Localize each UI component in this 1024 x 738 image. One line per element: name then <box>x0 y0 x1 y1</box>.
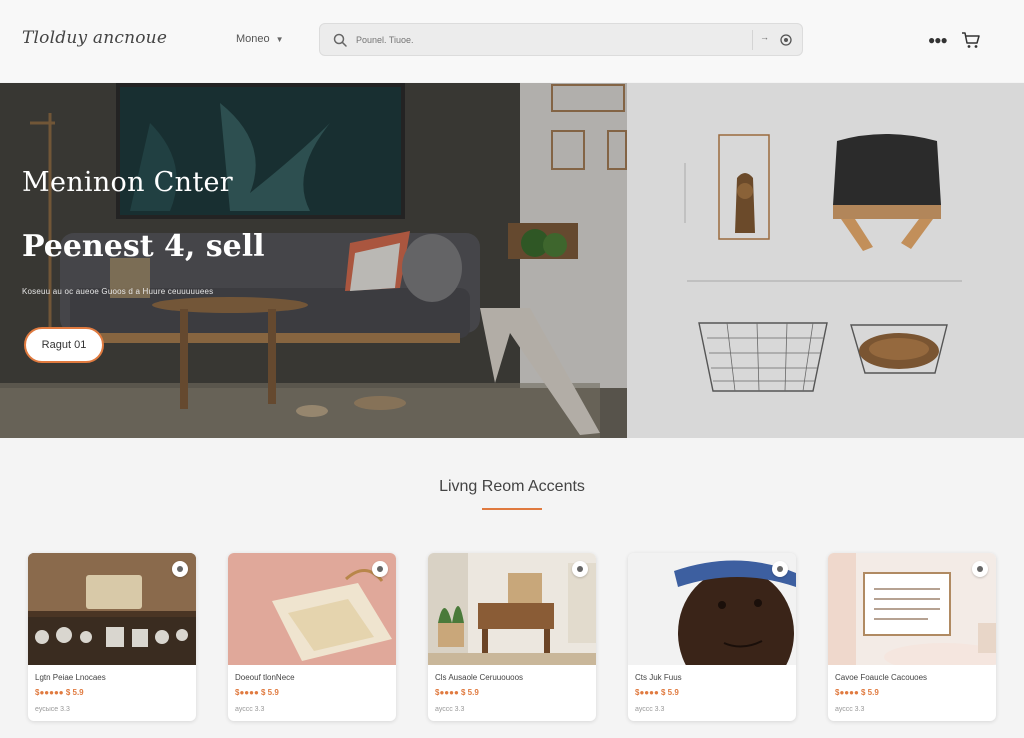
hero-cta-button[interactable]: Ragut 01 <box>24 327 104 363</box>
more-icon[interactable]: ●●● <box>928 33 948 47</box>
brand-logo[interactable]: Tlolduy ancnoue <box>22 28 167 48</box>
product-image <box>428 553 596 665</box>
product-meta: ауссс 3.3 <box>435 706 465 713</box>
product-card[interactable]: Lgtn Peiae Lnocaes $●●●●● $ 5.9 еусысе 3… <box>28 553 196 721</box>
product-name: Cts Juk Fuus <box>635 673 682 682</box>
product-image <box>228 553 396 665</box>
chevron-down-icon: ▼ <box>275 34 284 44</box>
search-input[interactable] <box>356 30 736 50</box>
hero-living-room-image: Meninon Cnter Peenest 4, sell Koseuu au … <box>0 83 627 438</box>
product-showcase-illustration <box>627 83 1024 438</box>
product-meta: ауссс 3.3 <box>235 706 265 713</box>
product-name: Cavoe Foaucle Cacouoes <box>835 673 928 682</box>
hero-banner: Meninon Cnter Peenest 4, sell Koseuu au … <box>0 83 1024 438</box>
product-name: Doeouf tlonNece <box>235 673 295 682</box>
product-name: Lgtn Peiae Lnocaes <box>35 673 106 682</box>
search-submit[interactable]: → <box>760 32 769 42</box>
section-title: Livng Reom Accents <box>439 478 585 495</box>
search-bar: → <box>319 23 803 56</box>
product-image <box>628 553 796 665</box>
product-price: $●●●●● $ 5.9 <box>35 688 84 697</box>
search-icon[interactable] <box>332 32 348 48</box>
product-meta: еусысе 3.3 <box>35 706 70 713</box>
hero-products-image <box>627 83 1024 438</box>
product-image <box>828 553 996 665</box>
favorite-icon[interactable] <box>372 561 388 577</box>
product-price: $●●●● $ 5.9 <box>435 688 479 697</box>
section-underline <box>482 508 542 510</box>
product-price: $●●●● $ 5.9 <box>635 688 679 697</box>
product-price: $●●●● $ 5.9 <box>235 688 279 697</box>
camera-icon[interactable] <box>778 32 794 48</box>
favorite-icon[interactable] <box>172 561 188 577</box>
product-meta: ауссс 3.3 <box>635 706 665 713</box>
product-name: Cls Ausaole Ceruuouoos <box>435 673 524 682</box>
favorite-icon[interactable] <box>572 561 588 577</box>
search-divider <box>752 30 753 50</box>
header-actions: ●●● <box>928 30 981 50</box>
favorite-icon[interactable] <box>972 561 988 577</box>
product-card[interactable]: Cavoe Foaucle Cacouoes $●●●● $ 5.9 ауссс… <box>828 553 996 721</box>
product-card[interactable]: Cls Ausaole Ceruuouoos $●●●● $ 5.9 ауссс… <box>428 553 596 721</box>
cart-icon[interactable] <box>961 30 981 50</box>
product-image <box>28 553 196 665</box>
product-card[interactable]: Doeouf tlonNece $●●●● $ 5.9 ауссс 3.3 <box>228 553 396 721</box>
hero-description: Koseuu au oc aueoe Guoos d a Huure ceuuu… <box>22 287 214 296</box>
category-menu[interactable]: Moneo ▼ <box>236 33 284 45</box>
product-grid: Lgtn Peiae Lnocaes $●●●●● $ 5.9 еусысе 3… <box>28 553 996 721</box>
product-meta: ауссс 3.3 <box>835 706 865 713</box>
category-menu-label: Moneo <box>236 33 270 45</box>
site-header: Tlolduy ancnoue Moneo ▼ → ●●● <box>0 0 1024 82</box>
product-price: $●●●● $ 5.9 <box>835 688 879 697</box>
favorite-icon[interactable] <box>772 561 788 577</box>
hero-title: Meninon Cnter <box>22 167 233 198</box>
hero-subtitle: Peenest 4, sell <box>22 229 265 264</box>
product-card[interactable]: Cts Juk Fuus $●●●● $ 5.9 ауссс 3.3 <box>628 553 796 721</box>
